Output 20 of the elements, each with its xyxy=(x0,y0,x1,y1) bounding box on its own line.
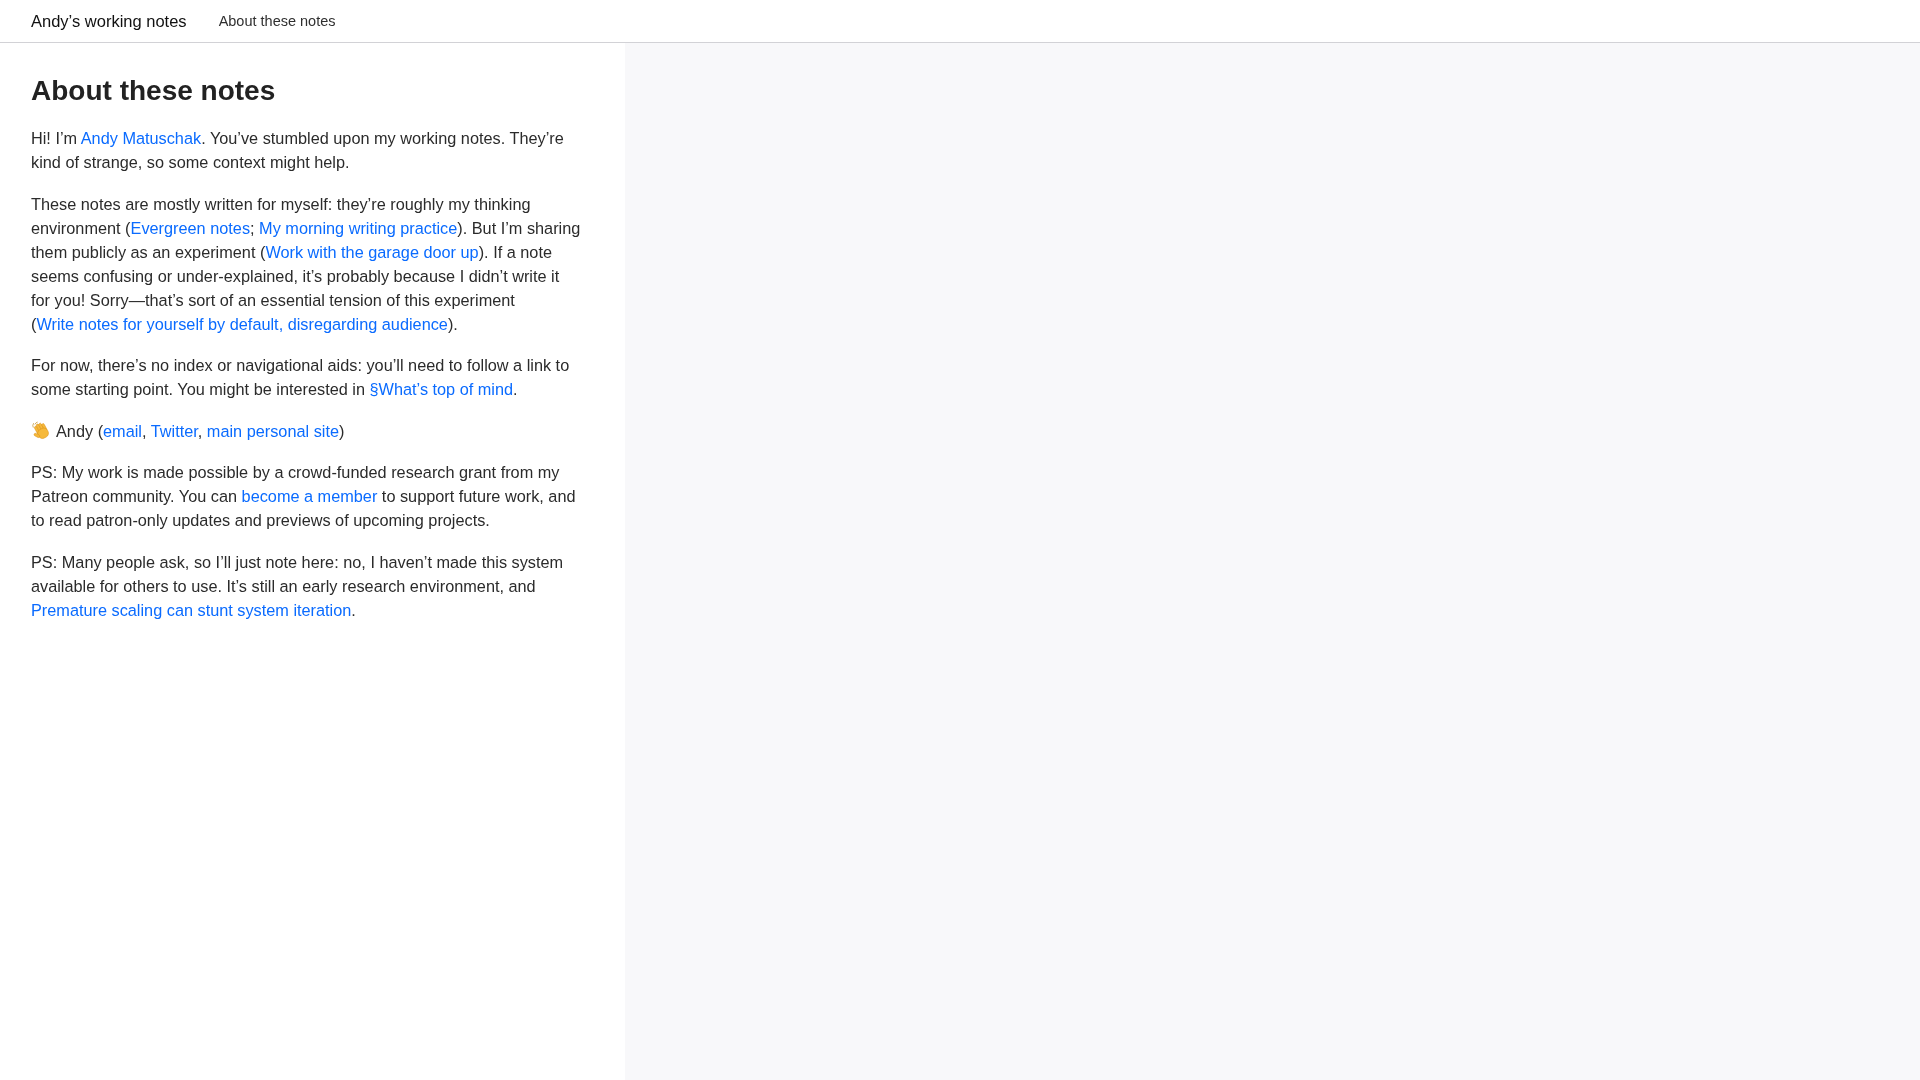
text-link[interactable]: My morning writing practice xyxy=(259,218,458,237)
text-link[interactable]: main personal site xyxy=(206,421,339,440)
paragraph: Andy (email, Twitter, main personal site) xyxy=(31,418,582,443)
note-title: About these notes xyxy=(31,74,277,108)
text-link[interactable]: Premature scaling can stunt system iteration xyxy=(31,600,352,619)
text-link[interactable]: §What’s top of mind xyxy=(369,380,514,398)
site-title-link[interactable]: Andy’s working notes xyxy=(31,11,187,31)
paragraph: Hi! I’m Andy Matuschak. You’ve stumbled upon my working notes. They’re kind of strange, so some context might help. xyxy=(31,128,565,173)
text-link[interactable]: Work with the garage door up xyxy=(265,242,479,261)
paragraph: PS: My work is made possible by a crowd-funded research grant from my Patreon community. You can become a member to support future work, and to read patron-only updates and previews of upcoming projects. xyxy=(31,462,577,531)
breadcrumb-link[interactable]: About these notes xyxy=(218,13,336,29)
text-link[interactable]: email xyxy=(103,421,142,440)
text-link[interactable]: become a member xyxy=(241,487,378,505)
text-link[interactable]: Write notes for yourself by default, disregarding audience xyxy=(36,314,448,333)
text-link[interactable]: Twitter xyxy=(150,421,198,440)
text-link[interactable]: Andy Matuschak xyxy=(80,129,202,147)
waving-hand-icon xyxy=(31,420,50,440)
paragraph: These notes are mostly written for myself: they’re roughly my thinking environment (Evergreen notes; My morning writing practice). But I’m sharing them publicly as an experiment (Work with the garage door up). If a note seems confusing or under-explained, it’s probably because I didn’t write it for you! Sorry—that’s sort of an essential tension of this experiment (Write notes for yourself by default, disregarding audience). xyxy=(31,193,582,335)
paragraph: For now, there’s no index or navigational aids: you’ll need to follow a link to some starting point. You might be interested in §What’s top of mind. xyxy=(31,355,571,400)
paragraph: PS: Many people ask, so I’ll just note here: no, I haven’t made this system available for others to use. It’s still an early research environment, and Premature scaling can stunt system iteration. xyxy=(31,551,565,621)
